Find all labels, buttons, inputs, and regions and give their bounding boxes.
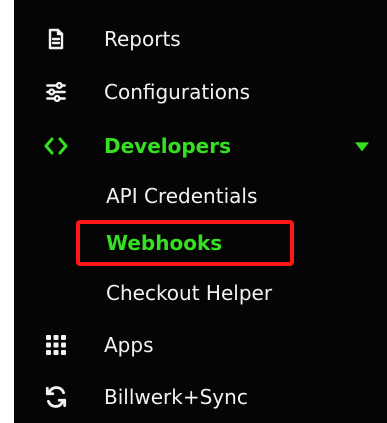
document-icon — [42, 25, 70, 53]
sidebar-item-label: Configurations — [104, 80, 251, 104]
sliders-icon — [42, 78, 70, 106]
caret-down-icon[interactable] — [355, 142, 369, 152]
sidebar-item-reports[interactable]: Reports — [14, 19, 387, 59]
sidebar-item-label: Developers — [104, 134, 232, 158]
sidebar-item-configurations[interactable]: Configurations — [14, 72, 387, 112]
sidebar-subitem-api-credentials[interactable]: API Credentials — [14, 176, 387, 216]
sync-icon — [42, 383, 70, 411]
sidebar-subitem-checkout-helper[interactable]: Checkout Helper — [14, 273, 387, 313]
sidebar-subitem-label: Webhooks — [106, 231, 223, 255]
sidebar-item-label: Apps — [104, 333, 154, 357]
sidebar-item-billwerk-sync[interactable]: Billwerk+Sync — [14, 377, 387, 417]
sidebar-subitem-label: API Credentials — [106, 184, 258, 208]
code-icon — [42, 132, 70, 160]
sidebar-item-label: Billwerk+Sync — [104, 385, 248, 409]
sidebar-item-apps[interactable]: Apps — [14, 325, 387, 365]
sidebar-subitem-webhooks[interactable]: Webhooks — [14, 223, 387, 263]
sidebar-item-label: Reports — [104, 27, 181, 51]
sidebar-navigation: Reports Configurations Developers API Cr… — [14, 0, 387, 423]
screenshot-frame: Reports Configurations Developers API Cr… — [0, 0, 387, 423]
sidebar-item-developers[interactable]: Developers — [14, 126, 387, 166]
grid-icon — [42, 331, 70, 359]
sidebar-subitem-label: Checkout Helper — [106, 281, 273, 305]
